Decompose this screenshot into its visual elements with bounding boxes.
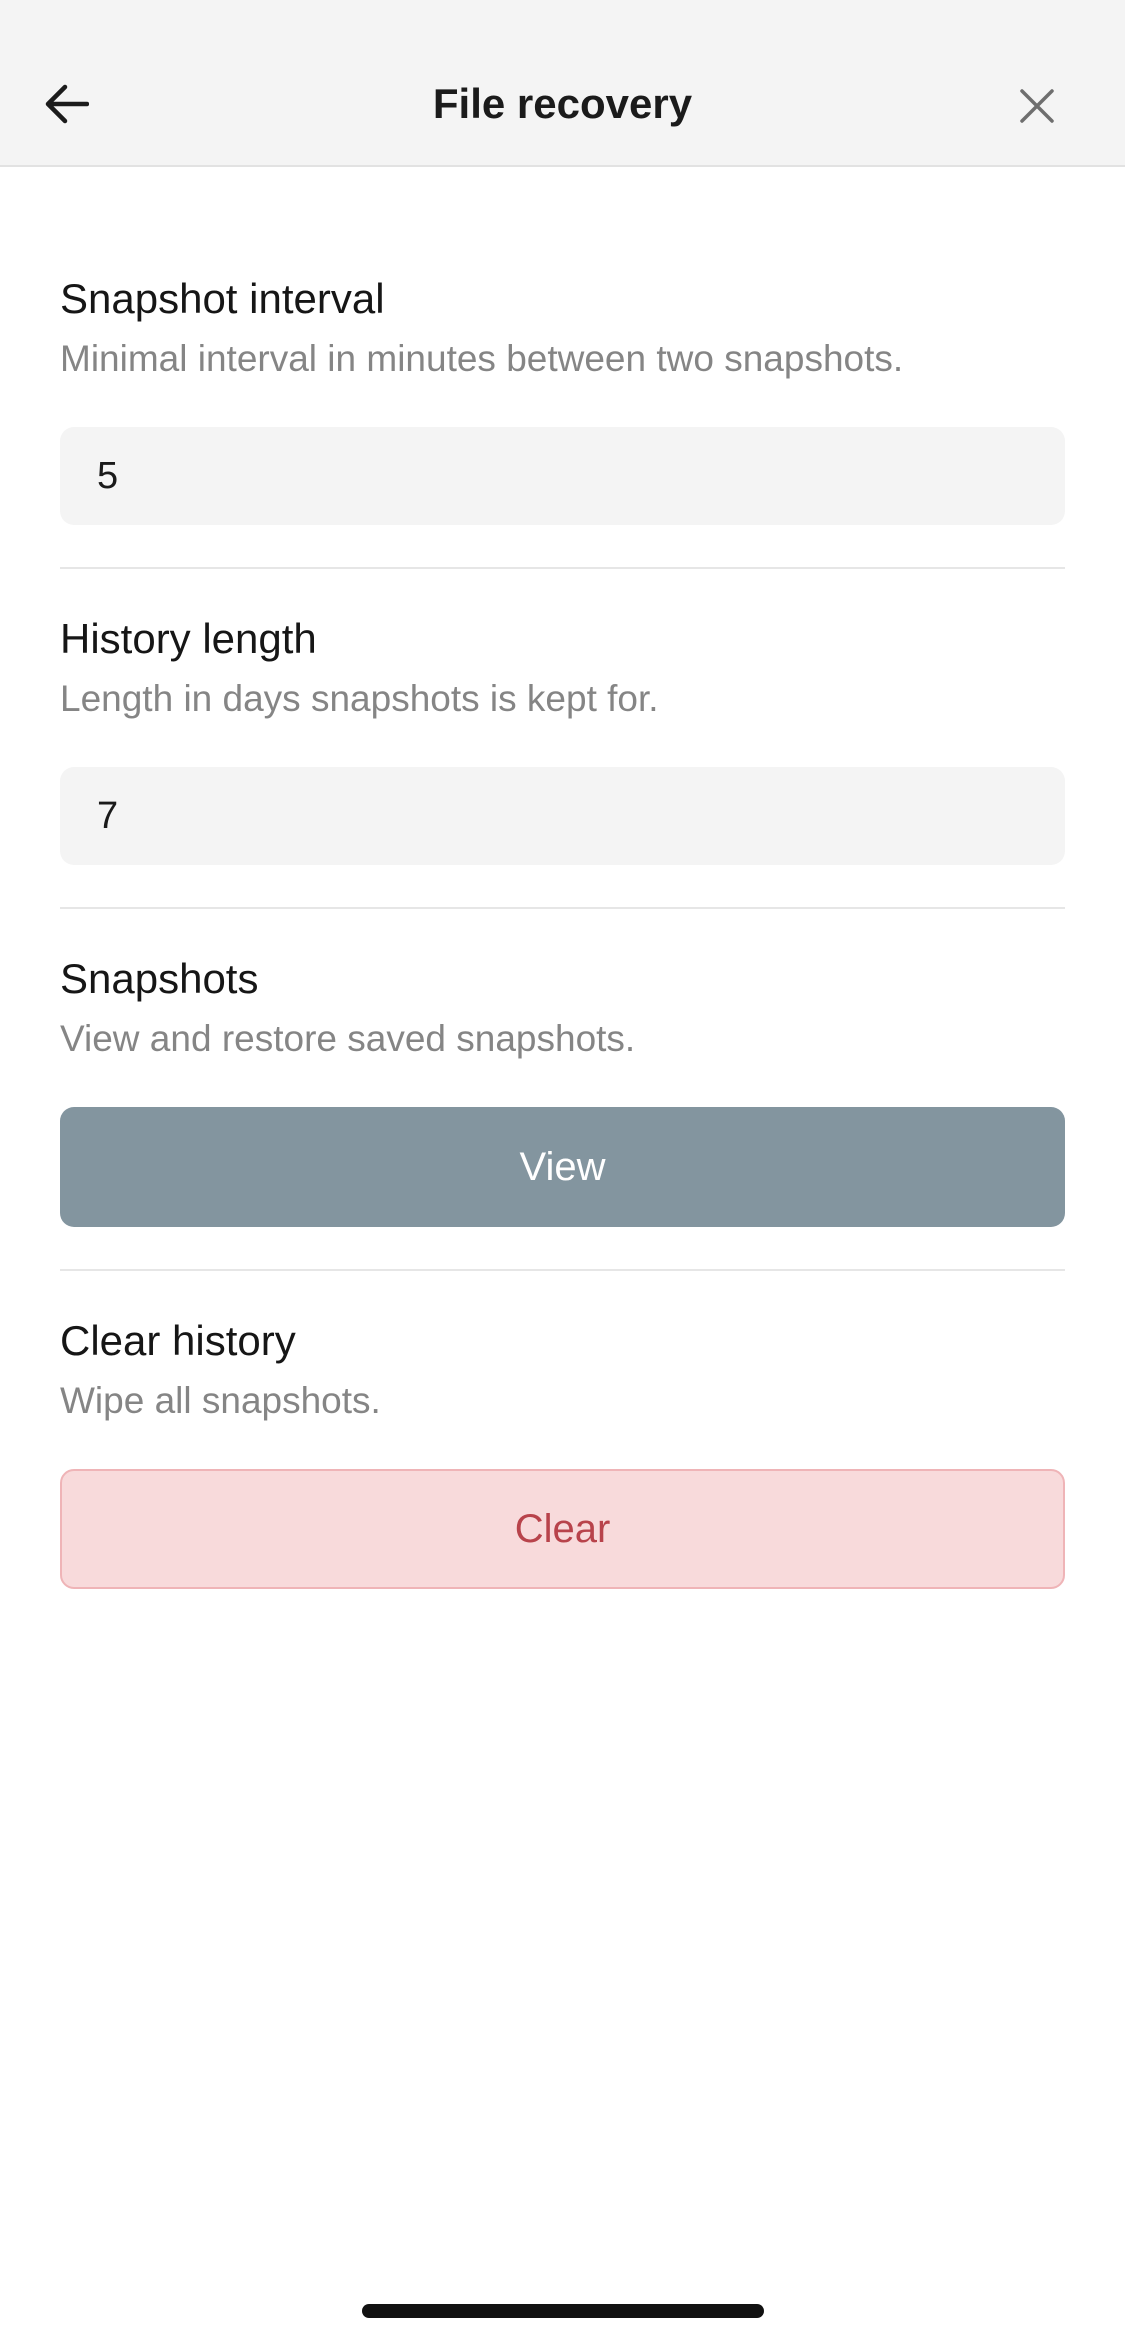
snapshot-interval-description: Minimal interval in minutes between two … [60, 338, 904, 379]
history-length-description: Length in days snapshots is kept for. [60, 678, 659, 719]
snapshots-section: Snapshots View and restore saved snapsho… [60, 909, 1065, 1271]
close-icon [1020, 89, 1054, 123]
history-length-title: History length [60, 615, 317, 662]
clear-history-button[interactable]: Clear [60, 1469, 1065, 1589]
history-length-input[interactable] [60, 767, 1065, 865]
modal-header: File recovery [0, 0, 1125, 167]
snapshots-title: Snapshots [60, 955, 259, 1002]
home-indicator[interactable] [362, 2304, 764, 2318]
snapshot-interval-input[interactable] [60, 427, 1065, 525]
close-button[interactable] [1009, 78, 1065, 134]
settings-content: Snapshot interval Minimal interval in mi… [60, 167, 1065, 1589]
page-title: File recovery [432, 80, 693, 127]
file-recovery-screen: File recovery Snapshot interval Minimal … [0, 0, 1125, 2344]
history-length-section: History length Length in days snapshots … [60, 569, 1065, 909]
clear-history-description: Wipe all snapshots. [60, 1380, 381, 1421]
clear-history-section: Clear history Wipe all snapshots. Clear [60, 1271, 1065, 1589]
snapshots-description: View and restore saved snapshots. [60, 1018, 636, 1059]
snapshot-interval-title: Snapshot interval [60, 275, 385, 322]
snapshot-interval-section: Snapshot interval Minimal interval in mi… [60, 167, 1065, 569]
clear-history-title: Clear history [60, 1317, 296, 1364]
view-snapshots-button[interactable]: View [60, 1107, 1065, 1227]
